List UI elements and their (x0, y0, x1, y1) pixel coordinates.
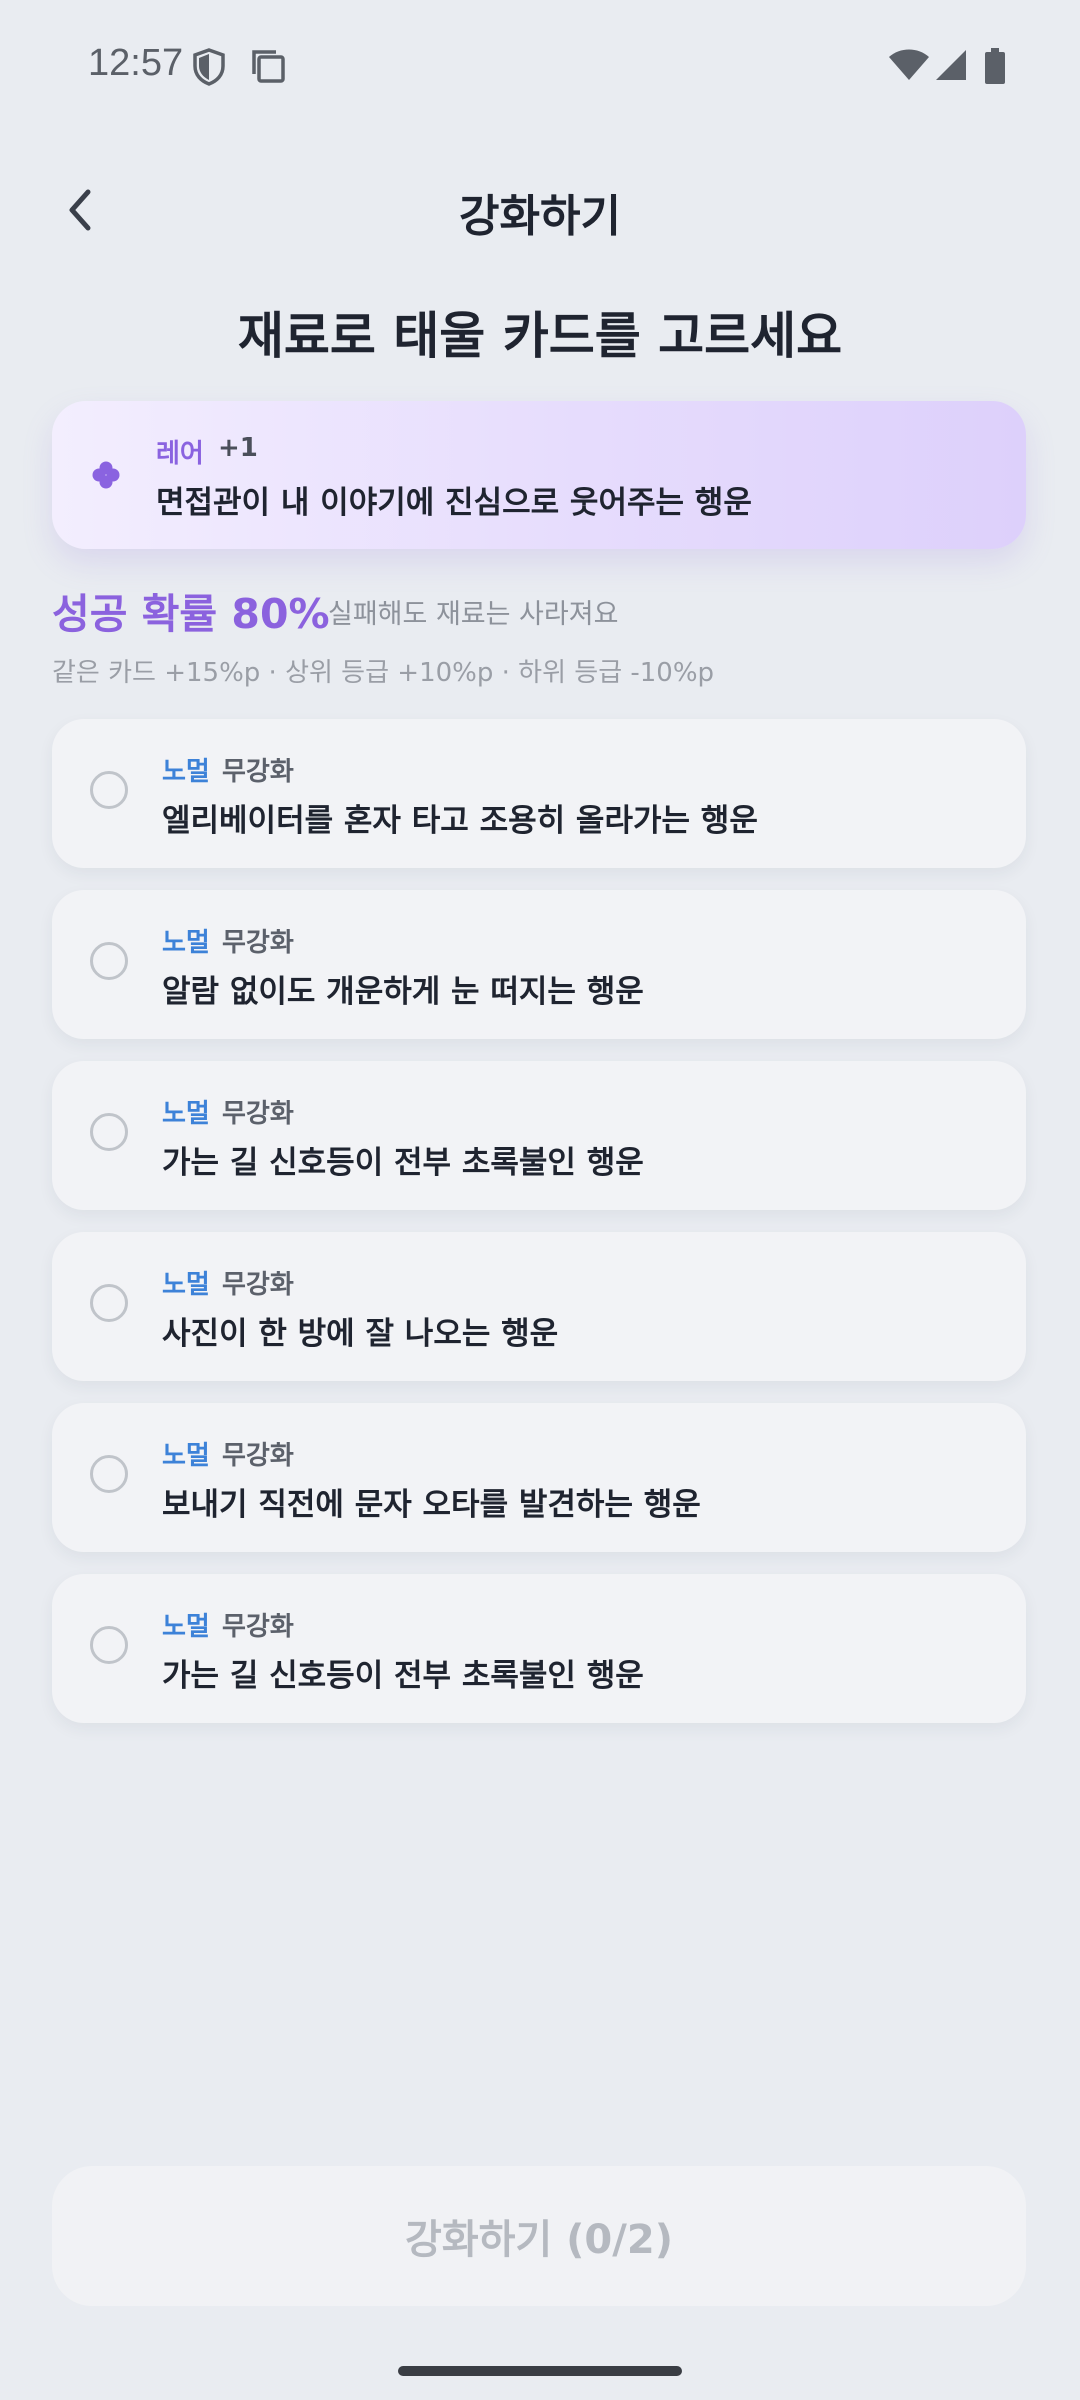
level-badge: 무강화 (222, 1441, 294, 1471)
card-title: 가는 길 신호등이 전부 초록불인 행운 (162, 1658, 644, 1694)
home-indicator[interactable] (398, 2366, 682, 2376)
rarity-badge: 노멀 (162, 1441, 210, 1471)
wifi-icon (888, 48, 930, 86)
rarity-badge: 레어 (156, 439, 204, 469)
probability-row: 성공 확률 80% 실패해도 재료는 사라져요 (52, 580, 1032, 640)
card-title: 보내기 직전에 문자 오타를 발견하는 행운 (162, 1487, 701, 1523)
status-time: 12:57 (88, 42, 184, 84)
card-title: 알람 없이도 개운하게 눈 떠지는 행운 (162, 974, 644, 1010)
level-badge: 무강화 (222, 1270, 294, 1300)
level-badge: 무강화 (222, 1099, 294, 1129)
top-bar: 강화하기 (0, 160, 1080, 260)
page-title: 강화하기 (459, 191, 621, 242)
battery-icon (984, 48, 1006, 88)
level-badge: +1 (218, 433, 258, 463)
card-title: 엘리베이터를 혼자 타고 조용히 올라가는 행운 (162, 803, 758, 839)
card-title: 면접관이 내 이야기에 진심으로 웃어주는 행운 (156, 485, 752, 521)
bonus-rule: 같은 카드 +15%p · 상위 등급 +10%p · 하위 등급 -10%p (52, 658, 715, 688)
radio-button[interactable] (90, 942, 128, 980)
success-probability: 성공 확률 80% (52, 590, 330, 638)
rarity-badge: 노멀 (162, 1612, 210, 1642)
level-badge: 무강화 (222, 928, 294, 958)
radio-button[interactable] (90, 771, 128, 809)
probability-note: 실패해도 재료는 사라져요 (328, 599, 619, 630)
rarity-badge: 노멀 (162, 757, 210, 787)
enhance-button[interactable]: 강화하기 (0/2) (52, 2166, 1026, 2306)
cell-signal-icon (934, 48, 968, 86)
shield-icon (192, 48, 226, 90)
rarity-badge: 노멀 (162, 928, 210, 958)
material-card-option[interactable]: 노멀 무강화 사진이 한 방에 잘 나오는 행운 (52, 1232, 1026, 1381)
level-badge: 무강화 (222, 1612, 294, 1642)
material-card-option[interactable]: 노멀 무강화 엘리베이터를 혼자 타고 조용히 올라가는 행운 (52, 719, 1026, 868)
radio-button[interactable] (90, 1113, 128, 1151)
selected-card[interactable]: 레어 +1 면접관이 내 이야기에 진심으로 웃어주는 행운 (52, 401, 1026, 549)
headline: 재료로 태울 카드를 고르세요 (237, 307, 843, 365)
status-bar: 12:57 (0, 0, 1080, 140)
clover-icon (92, 461, 120, 489)
rarity-badge: 노멀 (162, 1270, 210, 1300)
level-badge: 무강화 (222, 757, 294, 787)
radio-button[interactable] (90, 1284, 128, 1322)
radio-button[interactable] (90, 1455, 128, 1493)
rarity-badge: 노멀 (162, 1099, 210, 1129)
material-card-option[interactable]: 노멀 무강화 알람 없이도 개운하게 눈 떠지는 행운 (52, 890, 1026, 1039)
material-card-option[interactable]: 노멀 무강화 가는 길 신호등이 전부 초록불인 행운 (52, 1061, 1026, 1210)
copy-icon (250, 48, 286, 88)
card-title: 가는 길 신호등이 전부 초록불인 행운 (162, 1145, 644, 1181)
material-card-option[interactable]: 노멀 무강화 보내기 직전에 문자 오타를 발견하는 행운 (52, 1403, 1026, 1552)
radio-button[interactable] (90, 1626, 128, 1664)
material-card-option[interactable]: 노멀 무강화 가는 길 신호등이 전부 초록불인 행운 (52, 1574, 1026, 1723)
card-title: 사진이 한 방에 잘 나오는 행운 (162, 1316, 559, 1352)
